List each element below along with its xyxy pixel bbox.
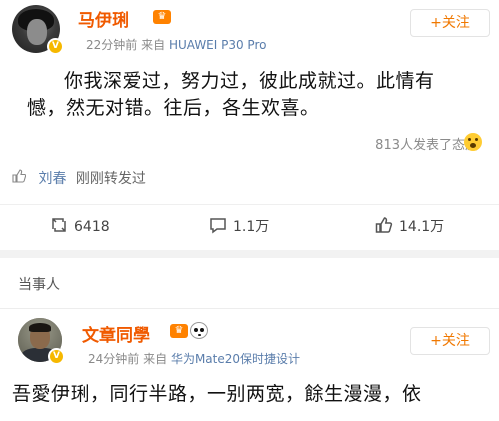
- comment-icon: [210, 218, 226, 234]
- content-line-1-post2: 吾愛伊琍，同行半路，一别两宽，餘生漫漫，依: [12, 383, 422, 405]
- verified-badge-icon-2: V: [48, 348, 65, 365]
- username-2[interactable]: 文章同學: [82, 321, 150, 346]
- action-bar: 6418 1.1万 14.1万: [0, 204, 499, 244]
- device-link[interactable]: HUAWEI P30 Pro: [169, 38, 267, 52]
- thumbs-up-icon: [12, 169, 28, 187]
- like-button[interactable]: 14.1万: [375, 216, 444, 236]
- post-content-2: 吾愛伊琍，同行半路，一别两宽，餘生漫漫，依: [12, 380, 496, 408]
- section-divider: [0, 250, 499, 258]
- like-count: 14.1万: [399, 219, 445, 235]
- section-line: [0, 308, 499, 309]
- surprised-emoji-icon: [464, 133, 482, 151]
- source-prefix: 来自: [141, 38, 166, 52]
- repost-button[interactable]: 6418: [50, 216, 110, 235]
- username[interactable]: 马伊琍: [78, 6, 129, 31]
- content-line-2: 憾，然无对错。往后，各生欢喜。: [27, 97, 320, 119]
- section-header: 当事人: [0, 258, 499, 309]
- weibo-post-main: V 马伊琍 ♛ 22分钟前 来自 HUAWEI P30 Pro +关注 你我深爱…: [0, 0, 499, 252]
- follow-button-2[interactable]: +关注: [410, 327, 490, 355]
- crown-icon-2: ♛: [170, 324, 188, 338]
- repost-notice: 刘春 刚刚转发过: [12, 168, 146, 188]
- post-meta-2: 24分钟前 来自 华为Mate20保时捷设计: [88, 350, 300, 367]
- reactions-count[interactable]: 813人发表了态度: [375, 134, 478, 153]
- section-title: 当事人: [18, 277, 60, 293]
- repost-text: 刚刚转发过: [75, 171, 146, 187]
- like-icon: [375, 217, 393, 233]
- content-line-1: 你我深爱过，努力过，彼此成就过。此情有: [64, 70, 435, 92]
- device-link-2[interactable]: 华为Mate20保时捷设计: [171, 352, 300, 366]
- repost-user-link[interactable]: 刘春: [38, 171, 66, 187]
- crown-icon: ♛: [153, 10, 171, 24]
- verified-badge-icon: V: [47, 38, 64, 55]
- follow-button[interactable]: +关注: [410, 9, 490, 37]
- post-meta: 22分钟前 来自 HUAWEI P30 Pro: [86, 36, 266, 53]
- repost-icon: [52, 218, 66, 232]
- comment-count: 1.1万: [233, 219, 270, 235]
- post-content: 你我深爱过，努力过，彼此成就过。此情有 憾，然无对错。往后，各生欢喜。: [27, 68, 484, 122]
- source-prefix-2: 来自: [143, 352, 168, 366]
- post-time-2: 24分钟前: [88, 352, 140, 366]
- avatar-face: [27, 19, 47, 45]
- panda-icon: [190, 322, 208, 339]
- comment-button[interactable]: 1.1万: [209, 216, 269, 236]
- repost-count: 6418: [74, 219, 110, 235]
- avatar-hair-2: [29, 323, 51, 332]
- post-time: 22分钟前: [86, 38, 138, 52]
